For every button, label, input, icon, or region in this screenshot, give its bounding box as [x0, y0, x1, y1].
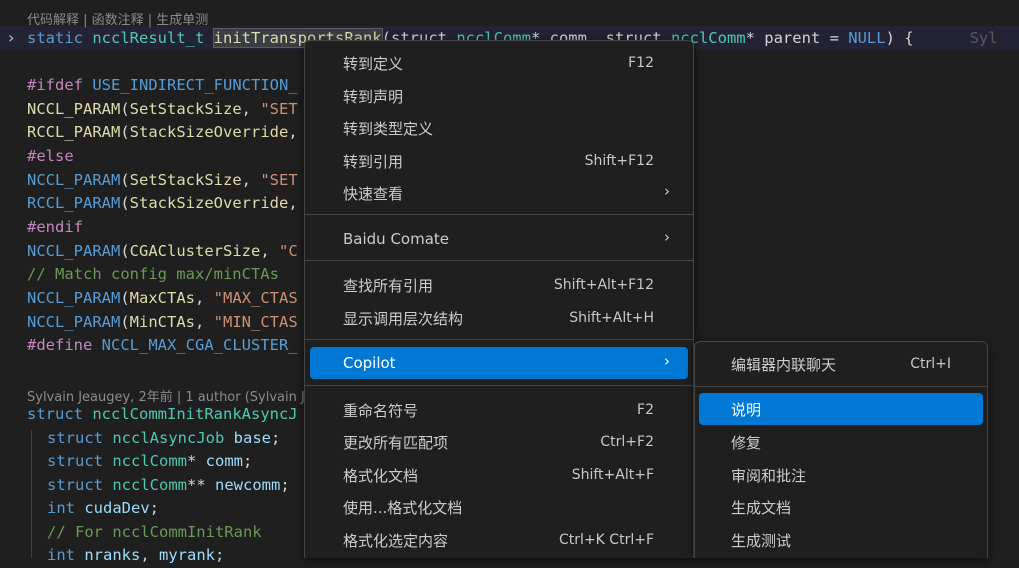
submenu-item-explain[interactable]: 说明 — [699, 393, 983, 425]
code-line-11[interactable]: // Match config max/minCTAs — [27, 263, 279, 287]
code-line-17[interactable]: struct ncclComm* comm; — [47, 450, 252, 474]
menu-item-find-all-references[interactable]: 查找所有引用 Shift+Alt+F12 — [310, 271, 688, 299]
menu-separator — [305, 214, 693, 215]
code-line-7[interactable]: NCCL_PARAM(SetStackSize, "SET — [27, 169, 298, 193]
indent-guide — [31, 430, 32, 558]
menu-item-go-to-definition[interactable]: 转到定义 F12 — [310, 49, 688, 77]
codelens-actions[interactable]: 代码解释 | 函数注释 | 生成单测 — [27, 9, 208, 28]
code-line-3[interactable]: #ifdef USE_INDIRECT_FUNCTION_ — [27, 74, 298, 98]
code-line-10[interactable]: NCCL_PARAM(CGAClusterSize, "C — [27, 240, 298, 264]
code-line-18[interactable]: struct ncclComm** newcomm; — [47, 474, 290, 498]
chevron-right-icon: › — [664, 228, 670, 246]
code-line-21[interactable]: int nranks, myrank; — [47, 544, 224, 568]
menu-separator — [305, 260, 693, 261]
menu-separator — [305, 385, 693, 386]
menu-item-rename-symbol[interactable]: 重命名符号 F2 — [310, 396, 688, 424]
submenu-item-generate-docs[interactable]: 生成文档 — [699, 493, 983, 521]
code-line-8[interactable]: RCCL_PARAM(StackSizeOverride, — [27, 192, 298, 216]
menu-item-baidu-comate[interactable]: Baidu Comate › — [310, 225, 688, 253]
menu-item-format-document[interactable]: 格式化文档 Shift+Alt+F — [310, 461, 688, 489]
menu-item-format-document-with[interactable]: 使用...格式化文档 — [310, 493, 688, 521]
submenu-item-fix[interactable]: 修复 — [699, 428, 983, 456]
submenu-item-inline-chat[interactable]: 编辑器内联聊天 Ctrl+I — [699, 350, 983, 378]
code-line-5[interactable]: RCCL_PARAM(StackSizeOverride, — [27, 121, 298, 145]
menu-item-peek[interactable]: 快速查看 › — [310, 179, 688, 207]
copilot-submenu: 编辑器内联聊天 Ctrl+I 说明 修复 审阅和批注 生成文档 生成测试 — [694, 341, 988, 558]
code-line-13[interactable]: NCCL_PARAM(MinCTAs, "MIN_CTAS — [27, 311, 298, 335]
menu-item-format-selection[interactable]: 格式化选定内容 Ctrl+K Ctrl+F — [310, 526, 688, 554]
code-line-4[interactable]: NCCL_PARAM(SetStackSize, "SET — [27, 98, 298, 122]
fold-chevron-icon[interactable]: › — [8, 28, 14, 47]
code-line-20[interactable]: // For ncclCommInitRank — [47, 521, 262, 545]
menu-separator — [305, 339, 693, 340]
menu-item-go-to-type-definition[interactable]: 转到类型定义 — [310, 114, 688, 142]
code-line-12[interactable]: NCCL_PARAM(MaxCTAs, "MAX_CTAS — [27, 287, 298, 311]
submenu-item-review[interactable]: 审阅和批注 — [699, 461, 983, 489]
menu-item-go-to-declaration[interactable]: 转到声明 — [310, 82, 688, 110]
code-line-6[interactable]: #else — [27, 145, 74, 169]
menu-item-copilot[interactable]: Copilot › — [310, 347, 688, 379]
code-line-19[interactable]: int cudaDev; — [47, 497, 159, 521]
code-line-16[interactable]: struct ncclAsyncJob base; — [47, 427, 280, 451]
chevron-right-icon: › — [664, 182, 670, 200]
menu-item-go-to-references[interactable]: 转到引用 Shift+F12 — [310, 147, 688, 175]
context-menu: 转到定义 F12 转到声明 转到类型定义 转到引用 Shift+F12 快速查看 › … — [304, 40, 694, 558]
code-line-14[interactable]: #define NCCL_MAX_CGA_CLUSTER_ — [27, 334, 298, 358]
menu-item-change-all-occurrences[interactable]: 更改所有匹配项 Ctrl+F2 — [310, 428, 688, 456]
submenu-item-generate-tests[interactable]: 生成测试 — [699, 526, 983, 554]
code-line-9[interactable]: #endif — [27, 216, 83, 240]
menu-separator — [695, 386, 987, 387]
code-line-15[interactable]: struct ncclCommInitRankAsyncJ — [27, 403, 298, 427]
chevron-right-icon: › — [664, 352, 670, 370]
menu-item-show-call-hierarchy[interactable]: 显示调用层次结构 Shift+Alt+H — [310, 304, 688, 332]
